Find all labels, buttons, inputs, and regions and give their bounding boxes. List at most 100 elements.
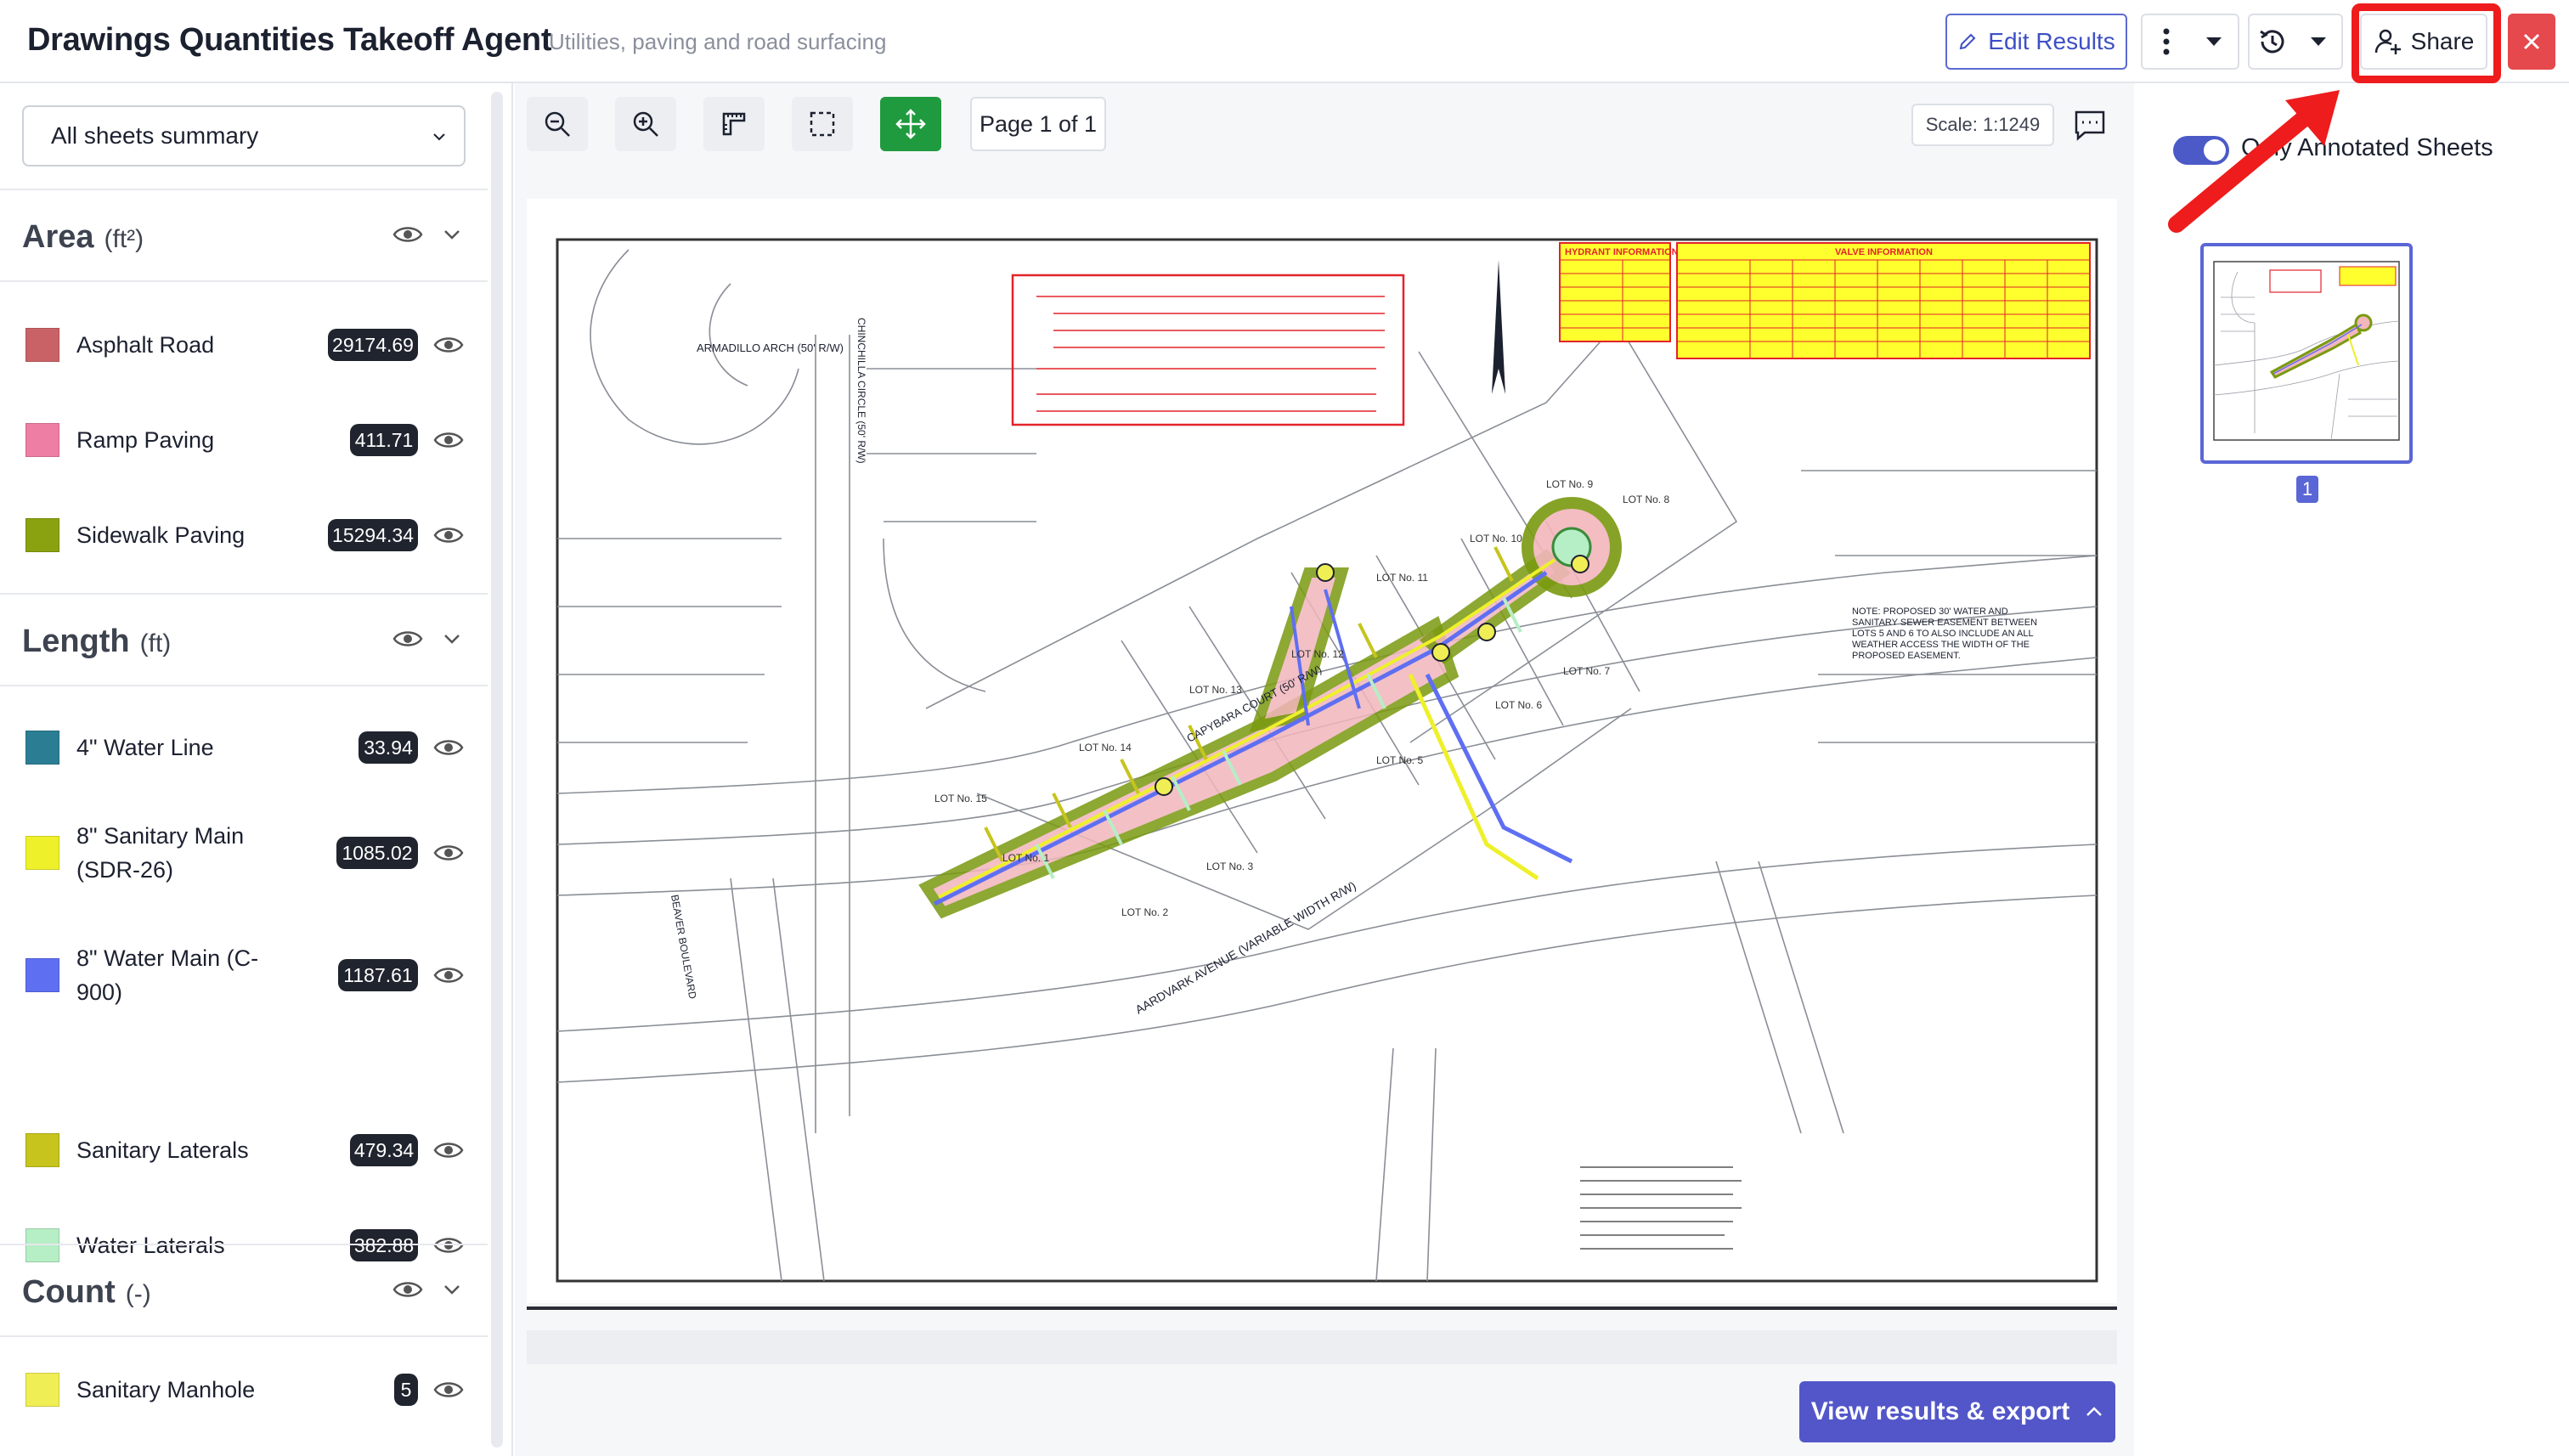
edit-results-button[interactable]: Edit Results xyxy=(1945,14,2127,70)
chevron-down-icon xyxy=(433,133,445,141)
legend-item-label: Sanitary Laterals xyxy=(76,1137,249,1163)
chevron-up-icon xyxy=(2086,1407,2103,1416)
eye-icon[interactable] xyxy=(433,333,464,357)
move-icon xyxy=(895,109,926,139)
legend-item-sidewalk-paving[interactable]: Sidewalk Paving 15294.34 xyxy=(0,510,488,561)
color-swatch xyxy=(25,328,59,362)
lot-label: LOT No. 15 xyxy=(934,793,987,804)
ruler-icon xyxy=(722,112,746,136)
sheet-page-number[interactable]: 1 xyxy=(2296,476,2318,503)
sheet-border xyxy=(556,238,2098,1283)
quantity-badge: 5 xyxy=(394,1374,418,1406)
lot-label: LOT No. 10 xyxy=(1470,533,1522,545)
section-area-header[interactable]: Area (ft²) xyxy=(0,189,488,282)
section-name: Length xyxy=(22,624,130,659)
legend-item-label: 4" Water Line xyxy=(76,735,214,760)
valve-table-header: VALVE INFORMATION xyxy=(1835,247,1933,257)
edit-results-label: Edit Results xyxy=(1988,28,2115,54)
section-unit: (-) xyxy=(125,1280,151,1308)
eye-icon[interactable] xyxy=(433,1138,464,1162)
color-swatch xyxy=(25,1133,59,1167)
legend-item-label: 8" Sanitary Main (SDR-26) xyxy=(76,823,245,883)
section-length-header[interactable]: Length (ft) xyxy=(0,593,488,686)
chevron-down-icon[interactable] xyxy=(442,226,462,243)
legend-item-sanitary-laterals[interactable]: Sanitary Laterals 479.34 xyxy=(0,1133,488,1191)
legend-sidebar: All sheets summary Area (ft²) Asphalt Roa… xyxy=(0,83,513,1456)
zoom-out-icon xyxy=(545,111,570,137)
legend-item-8in-sanitary-main[interactable]: 8" Sanitary Main (SDR-26) 1085.02 xyxy=(0,810,488,895)
section-name: Count xyxy=(22,1274,116,1310)
scale-indicator: Scale: 1:1249 xyxy=(1911,104,2054,146)
color-swatch xyxy=(25,1373,59,1407)
lot-label: LOT No. 1 xyxy=(1002,852,1049,864)
street-label: ARMADILLO ARCH (50' R/W) xyxy=(697,341,844,354)
eye-icon[interactable] xyxy=(433,428,464,452)
zoom-out-button[interactable] xyxy=(527,97,588,151)
section-count-header[interactable]: Count (-) xyxy=(0,1244,488,1337)
eye-icon[interactable] xyxy=(433,1378,464,1402)
lot-label: LOT No. 13 xyxy=(1189,684,1242,696)
sheet-selector[interactable]: All sheets summary xyxy=(22,105,466,166)
eye-icon[interactable] xyxy=(392,223,423,246)
color-swatch xyxy=(25,958,59,992)
quantity-badge: 1187.61 xyxy=(338,959,418,991)
eye-icon[interactable] xyxy=(433,841,464,865)
pencil-icon xyxy=(1960,33,1976,50)
section-title: Length (ft) xyxy=(22,624,171,660)
quantity-badge: 33.94 xyxy=(359,731,418,764)
eye-icon[interactable] xyxy=(392,1278,423,1301)
sheet-thumbnail[interactable] xyxy=(2200,243,2413,464)
legend-item-8in-water-main[interactable]: 8" Water Main (C-900) 1187.61 xyxy=(0,933,488,1018)
legend-item-ramp-paving[interactable]: Ramp Paving 411.71 xyxy=(0,415,488,466)
legend-item-label: Asphalt Road xyxy=(76,332,215,358)
pan-button[interactable] xyxy=(880,97,941,151)
highlight-arrow xyxy=(2168,90,2340,233)
section-unit: (ft²) xyxy=(104,225,144,253)
fit-width-button[interactable] xyxy=(703,97,765,151)
chevron-down-icon xyxy=(2295,15,2341,68)
history-button[interactable] xyxy=(2248,14,2343,70)
chevron-down-icon[interactable] xyxy=(442,630,462,647)
legend-item-label: 8" Water Main (C-900) xyxy=(76,945,259,1005)
easement-note: NOTE: PROPOSED 30' WATER AND SANITARY SE… xyxy=(1852,607,2037,661)
select-area-button[interactable] xyxy=(792,97,853,151)
legend-item-asphalt-road[interactable]: Asphalt Road 29174.69 xyxy=(0,319,488,370)
quantity-badge: 479.34 xyxy=(350,1134,418,1166)
legend-item-label: Sidewalk Paving xyxy=(76,522,246,548)
lot-label: LOT No. 6 xyxy=(1495,699,1542,711)
lot-label: LOT No. 8 xyxy=(1623,494,1669,505)
sidebar-scrollbar[interactable] xyxy=(491,92,503,1448)
lot-label: LOT No. 9 xyxy=(1546,478,1593,490)
comment-icon xyxy=(2075,110,2105,141)
eye-icon[interactable] xyxy=(433,523,464,547)
lot-label: LOT No. 5 xyxy=(1376,754,1423,766)
app-title: Drawings Quantities Takeoff Agent xyxy=(27,22,552,58)
legend-item-4in-water-line[interactable]: 4" Water Line 33.94 xyxy=(0,722,488,773)
drawing-viewer: Page 1 of 1 Scale: 1:1249 HYDRANT INFORM… xyxy=(515,83,2134,1456)
color-swatch xyxy=(25,836,59,870)
canvas-footer-strip xyxy=(527,1330,2117,1364)
lot-label: LOT No. 3 xyxy=(1206,861,1253,872)
section-name: Area xyxy=(22,219,94,255)
legend-item-sanitary-manhole[interactable]: Sanitary Manhole 5 xyxy=(0,1373,488,1424)
close-button[interactable] xyxy=(2508,14,2555,70)
hydrant-table-header: HYDRANT INFORMATION xyxy=(1565,247,1679,257)
eye-icon[interactable] xyxy=(433,736,464,759)
lot-label: LOT No. 12 xyxy=(1291,648,1344,660)
eye-icon[interactable] xyxy=(392,627,423,651)
color-swatch xyxy=(25,731,59,765)
chevron-down-icon[interactable] xyxy=(442,1281,462,1298)
quantity-badge: 1085.02 xyxy=(336,837,418,869)
zoom-in-button[interactable] xyxy=(615,97,676,151)
legend-item-label: Ramp Paving xyxy=(76,427,215,453)
sheet-selector-value: All sheets summary xyxy=(51,122,259,149)
eye-icon[interactable] xyxy=(433,963,464,987)
drawing-canvas[interactable]: HYDRANT INFORMATION VALVE INFORMATION LO… xyxy=(527,199,2117,1303)
more-actions-button[interactable] xyxy=(2141,14,2239,70)
comment-button[interactable] xyxy=(2068,104,2112,146)
legend-item-label: Sanitary Manhole xyxy=(76,1377,256,1402)
page-indicator: Page 1 of 1 xyxy=(970,97,1106,151)
view-results-export-button[interactable]: View results & export xyxy=(1799,1381,2115,1442)
site-plan-drawing: HYDRANT INFORMATION VALVE INFORMATION LO… xyxy=(556,238,2098,1283)
street-label: CHINCHILLA CIRCLE (50' R/W) xyxy=(855,318,867,464)
